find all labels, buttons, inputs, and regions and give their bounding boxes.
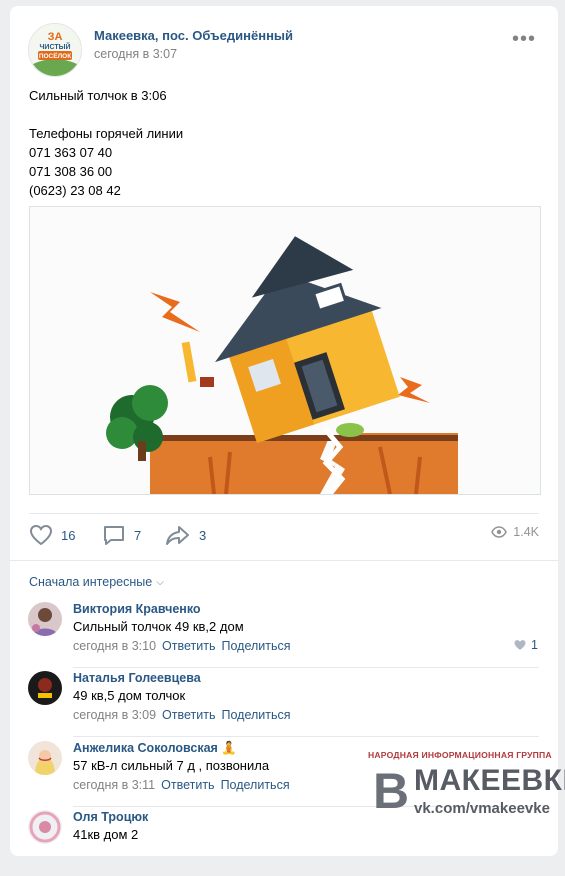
comment-author-link[interactable]: Виктория Кравченко (73, 602, 201, 616)
views-count: 1.4K (513, 525, 539, 539)
comment-time[interactable]: сегодня в 3:10 (73, 639, 156, 653)
like-count: 16 (61, 527, 76, 543)
post-text-line: Сильный толчок в 3:06 (29, 88, 167, 103)
post-text-line (29, 105, 183, 124)
divider (10, 560, 558, 561)
comment-item: Наталья Голеевцева 49 кв,5 дом толчок се… (10, 667, 558, 737)
watermark-top-text: НАРОДНАЯ ИНФОРМАЦИОННАЯ ГРУППА (368, 750, 552, 760)
post-card: ЗА ЧИСТЫЙ ПОСЁЛОК Макеевка, пос. Объедин… (10, 6, 565, 856)
avatar[interactable] (28, 741, 62, 775)
more-options-icon[interactable]: ••• (512, 29, 536, 49)
post-text-line: 071 308 36 00 (29, 164, 113, 179)
watermark-letter: В (372, 763, 410, 819)
watermark-url: vk.com/vmakeevke (414, 800, 550, 817)
reply-link[interactable]: Ответить (162, 639, 215, 653)
comment-meta: сегодня в 3:09 Ответить Поделиться (73, 708, 291, 722)
user-photo-icon (28, 602, 62, 636)
user-photo-icon (28, 741, 62, 775)
comment-author-link[interactable]: Наталья Голеевцева (73, 671, 201, 685)
heart-icon (514, 640, 526, 650)
comment-text: Сильный толчок 49 кв,2 дом (73, 619, 244, 634)
divider (29, 513, 539, 514)
comment-count: 7 (134, 527, 142, 543)
user-photo-icon (28, 671, 62, 705)
post-time[interactable]: сегодня в 3:07 (94, 47, 177, 61)
share-link[interactable]: Поделиться (221, 708, 290, 722)
svg-text:ПОСЁЛОК: ПОСЁЛОК (39, 52, 71, 60)
comment-text: 57 кВ-л сильный 7 д , позвонила (73, 758, 270, 773)
comment-icon (104, 526, 124, 545)
watermark-title: МАКЕЕВКЕ (414, 764, 565, 797)
post-text: Сильный толчок в 3:06 Телефоны горячей л… (29, 86, 183, 200)
views-counter: 1.4K (491, 525, 539, 539)
comment-author-link[interactable]: Оля Троцюк (73, 810, 148, 824)
comment-button[interactable]: 7 (102, 524, 141, 546)
avatar[interactable] (28, 671, 62, 705)
post-image[interactable] (29, 206, 541, 495)
svg-text:ЗА: ЗА (48, 31, 63, 43)
group-name-link[interactable]: Макеевка, пос. Объединённый (94, 28, 293, 43)
heart-icon (29, 524, 53, 546)
share-button[interactable]: 3 (165, 524, 206, 546)
share-link[interactable]: Поделиться (221, 778, 290, 792)
reply-link[interactable]: Ответить (161, 778, 214, 792)
reply-link[interactable]: Ответить (162, 708, 215, 722)
comment-like-button[interactable]: 1 (513, 638, 538, 652)
comment-time[interactable]: сегодня в 3:09 (73, 708, 156, 722)
like-button[interactable]: 16 (29, 524, 75, 546)
watermark-logo: НАРОДНАЯ ИНФОРМАЦИОННАЯ ГРУППА В МАКЕЕВК… (368, 750, 565, 824)
post-text-line: (0623) 23 08 42 (29, 183, 121, 198)
post-text-line: Телефоны горячей линии (29, 126, 184, 141)
sort-label: Сначала интересные (29, 575, 153, 589)
comments-sort-dropdown[interactable]: Сначала интересные ⌵ (29, 575, 164, 589)
svg-text:ЧИСТЫЙ: ЧИСТЫЙ (40, 42, 71, 51)
group-avatar[interactable]: ЗА ЧИСТЫЙ ПОСЁЛОК (28, 23, 82, 77)
share-count: 3 (199, 527, 207, 543)
eye-icon (491, 526, 508, 538)
comment-like-count: 1 (531, 638, 538, 652)
comment-meta: сегодня в 3:10 Ответить Поделиться (73, 639, 291, 653)
share-icon (166, 526, 189, 545)
comment-time[interactable]: сегодня в 3:11 (73, 778, 155, 792)
comment-author-link[interactable]: Анжелика Соколовская 🧘 (73, 741, 237, 756)
comment-meta: сегодня в 3:11 Ответить Поделиться (73, 778, 290, 792)
share-link[interactable]: Поделиться (221, 639, 290, 653)
avatar[interactable] (28, 602, 62, 636)
comment-text: 41кв дом 2 (73, 827, 139, 842)
comment-item: Виктория Кравченко Сильный толчок 49 кв,… (10, 598, 558, 668)
comment-text: 49 кв,5 дом толчок (73, 688, 186, 703)
earthquake-house-illustration (30, 207, 540, 494)
group-logo-icon: ЗА ЧИСТЫЙ ПОСЁЛОК (29, 24, 81, 76)
post-text-line: 071 363 07 40 (29, 145, 113, 160)
chevron-down-icon: ⌵ (156, 576, 164, 588)
